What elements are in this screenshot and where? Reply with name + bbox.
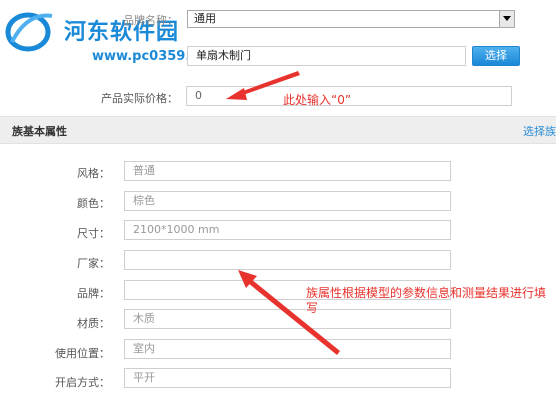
field-label-brand: 品牌： [77,287,110,300]
select-button[interactable]: 选择 [472,46,520,66]
brand-select-value: 通用 [194,12,216,25]
price-label: 产品实际价格： [101,92,178,105]
family-name-field[interactable]: 单扇木制门 [187,46,466,66]
select-family-link[interactable]: 选择族 [523,123,556,139]
field-label-material: 材质： [77,317,110,330]
color-value: 棕色 [133,194,155,207]
material-value: 木质 [133,312,155,325]
section-title: 族基本属性 [12,125,67,138]
family-name-value: 单扇木制门 [196,49,251,62]
color-input[interactable]: 棕色 [124,191,451,211]
size-input[interactable]: 2100*1000 mm [124,220,451,240]
opening-value: 平开 [133,371,155,384]
field-label-size: 尺寸： [77,227,110,240]
location-input[interactable]: 室内 [124,339,451,359]
field-label-manufacturer: 厂家： [77,257,110,270]
brand-select[interactable]: 通用 [187,10,515,28]
chevron-down-icon[interactable] [499,11,514,27]
section-header: 族基本属性 选择族 [0,116,556,144]
price-annotation: 此处输入“0” [283,93,352,107]
brand-label: 品牌名称： [123,14,178,27]
size-value: 2100*1000 mm [133,223,220,236]
field-label-style: 风格： [77,167,110,180]
location-value: 室内 [133,342,155,355]
price-value: 0 [195,89,202,102]
manufacturer-input[interactable] [124,250,451,270]
style-input[interactable]: 普通 [124,161,451,181]
field-label-color: 颜色： [77,197,110,210]
logo-swirl-icon [5,12,53,52]
style-value: 普通 [133,164,155,177]
family-annotation: 族属性根据模型的参数信息和测量结果进行填写 [306,286,547,315]
site-logo [4,8,56,52]
opening-input[interactable]: 平开 [124,368,451,388]
field-label-location: 使用位置： [55,347,110,360]
field-label-opening: 开启方式： [55,376,110,389]
